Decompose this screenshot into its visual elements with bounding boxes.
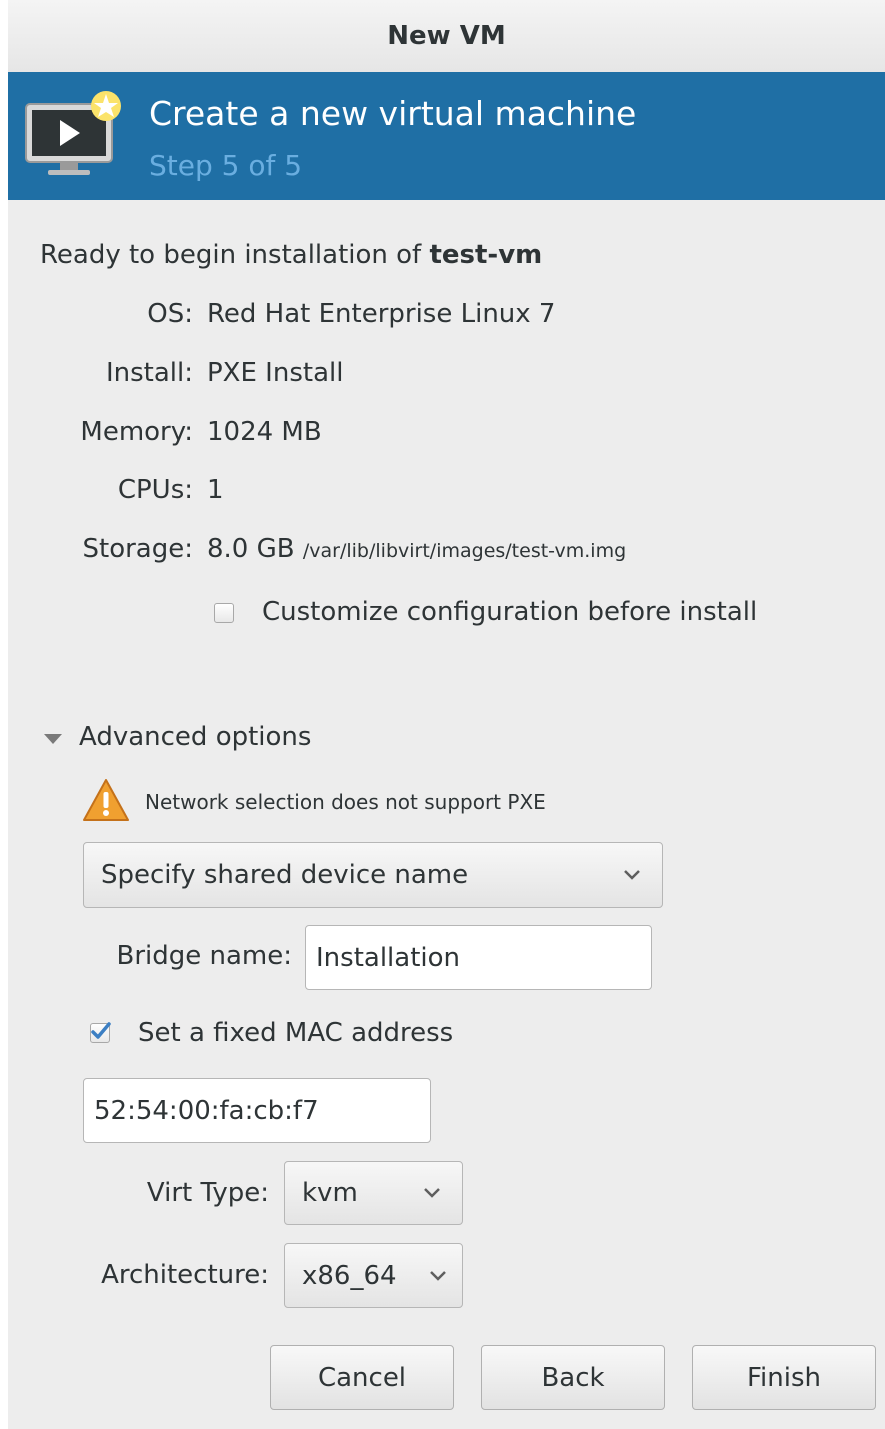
cancel-button[interactable]: Cancel [270,1345,454,1410]
os-value: Red Hat Enterprise Linux 7 [207,299,556,329]
bridge-name-input[interactable]: Installation [305,925,652,990]
vm-name: test-vm [429,240,543,270]
chevron-down-icon [624,870,640,880]
architecture-value: x86_64 [302,1260,397,1291]
expander-arrow-icon[interactable] [44,734,62,744]
chevron-down-icon [430,1270,446,1281]
storage-size: 8.0 GB [207,534,295,564]
vm-monitor-star-icon [25,91,121,175]
mac-address-value: 52:54:00:fa:cb:f7 [94,1095,319,1126]
wizard-title: Create a new virtual machine [149,94,637,133]
storage-value: 8.0 GB /var/lib/libvirt/images/test-vm.i… [207,534,626,564]
os-label: OS: [147,299,193,329]
fixed-mac-label[interactable]: Set a fixed MAC address [138,1018,453,1048]
cpus-label: CPUs: [117,475,193,505]
storage-path: /var/lib/libvirt/images/test-vm.img [302,540,627,562]
architecture-label: Architecture: [101,1260,269,1290]
ready-message: Ready to begin installation of test-vm [40,240,542,270]
bridge-name-label: Bridge name: [116,941,292,971]
fixed-mac-checkbox[interactable] [90,1022,111,1043]
network-source-value: Specify shared device name [101,860,469,890]
architecture-select[interactable]: x86_64 [284,1243,463,1308]
window-title: New VM [387,21,506,51]
virt-type-select[interactable]: kvm [284,1161,463,1225]
network-source-select[interactable]: Specify shared device name [83,842,663,908]
chevron-down-icon [424,1188,440,1198]
title-bar[interactable]: New VM [8,0,885,73]
memory-value: 1024 MB [207,417,322,447]
advanced-options-expander[interactable]: Advanced options [79,722,311,752]
pxe-warning: Network selection does not support PXE [145,790,546,814]
finish-button[interactable]: Finish [692,1345,876,1410]
memory-label: Memory: [80,417,193,447]
wizard-header: Create a new virtual machine Step 5 of 5 [8,72,885,200]
ready-prefix: Ready to begin installation of [40,240,430,270]
new-vm-dialog: New VM Create a new virtual machine Step… [8,0,885,1429]
install-value: PXE Install [207,358,344,388]
storage-label: Storage: [82,534,194,564]
bridge-name-value: Installation [316,942,461,973]
warning-icon [83,779,129,821]
virt-type-value: kvm [302,1178,358,1208]
mac-address-input[interactable]: 52:54:00:fa:cb:f7 [83,1078,431,1143]
install-label: Install: [105,358,193,388]
customize-checkbox[interactable] [214,603,234,623]
checkmark-icon [91,1022,111,1039]
customize-label[interactable]: Customize configuration before install [262,597,757,627]
back-button[interactable]: Back [481,1345,665,1410]
wizard-step: Step 5 of 5 [149,149,303,182]
cpus-value: 1 [207,475,224,505]
virt-type-label: Virt Type: [146,1178,269,1208]
